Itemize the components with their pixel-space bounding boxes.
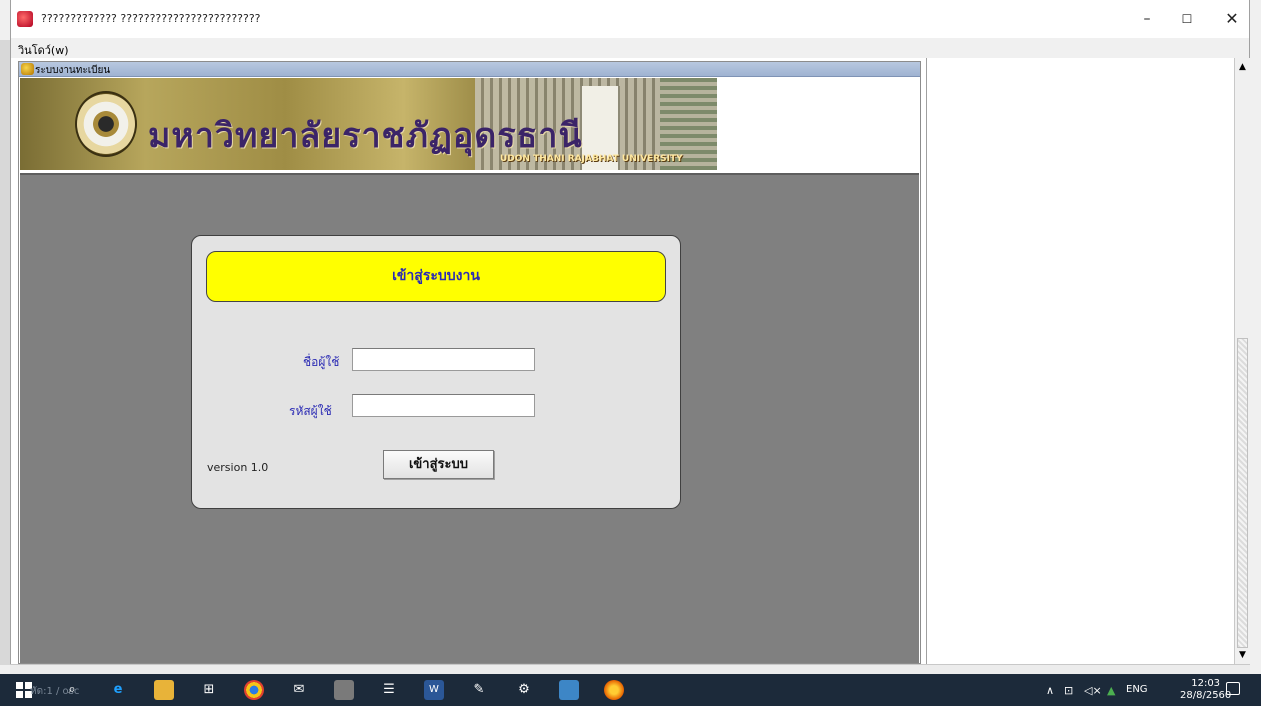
word-icon[interactable]: W (424, 680, 444, 700)
left-edge (0, 40, 10, 665)
banner-title-english: UDON THANI RAJABHAT UNIVERSITY (500, 154, 683, 164)
login-button[interactable]: เข้าสู่ระบบ (383, 450, 494, 479)
notification-icon[interactable] (1226, 682, 1240, 695)
window-title: ????????????? ???????????????????????? (41, 12, 261, 25)
scroll-down-icon[interactable]: ▼ (1235, 648, 1250, 663)
university-banner: มหาวิทยาลัยราชภัฏอุดรธานี UDON THANI RAJ… (20, 78, 717, 170)
network-icon[interactable]: ⊡ (1064, 684, 1073, 697)
taskbar: หัด:1 / osc ⌕ e ⊞ ✉ ☰ W ✎ ⚙ ∧ ⊡ ◁× ▲ ENG… (0, 674, 1261, 706)
scroll-up-icon[interactable]: ▲ (1235, 60, 1250, 75)
app-icon (17, 11, 33, 27)
username-input[interactable] (352, 348, 535, 371)
internal-frame-title: ระบบงานทะเบียน (35, 65, 111, 76)
app-window-icon[interactable] (334, 680, 354, 700)
store-icon[interactable]: ⊞ (199, 680, 219, 700)
firefox-icon[interactable] (604, 680, 624, 700)
clock-date: 28/8/2560 (1180, 690, 1232, 701)
database-icon[interactable]: ☰ (379, 680, 399, 700)
username-label: ชื่อผู้ใช้ (303, 355, 340, 369)
status-strip (10, 664, 1250, 674)
version-text: version 1.0 (207, 461, 269, 474)
frame-icon (21, 63, 34, 75)
drive-sync-icon[interactable]: ▲ (1107, 684, 1115, 697)
file-explorer-icon[interactable] (154, 680, 174, 700)
edge-browser-icon[interactable]: e (108, 680, 128, 700)
search-icon[interactable]: ⌕ (62, 680, 82, 700)
tray-chevron-icon[interactable]: ∧ (1046, 684, 1054, 697)
mail-icon[interactable]: ✉ (289, 680, 309, 700)
password-label: รหัสผู้ใช้ (289, 404, 332, 418)
volume-muted-icon[interactable]: ◁× (1084, 684, 1102, 697)
login-heading: เข้าสู่ระบบงาน (206, 251, 666, 302)
clock-time: 12:03 (1191, 678, 1221, 689)
paint-icon[interactable]: ✎ (469, 680, 489, 700)
university-seal-logo (75, 91, 137, 157)
settings-gear-icon[interactable]: ⚙ (514, 680, 534, 700)
close-button[interactable]: ✕ (1221, 8, 1243, 30)
input-language[interactable]: ENG (1126, 684, 1148, 695)
login-panel: เข้าสู่ระบบงาน ชื่อผู้ใช้ รหัสผู้ใช้ ver… (191, 235, 681, 509)
remote-desktop-icon[interactable] (559, 680, 579, 700)
scroll-thumb[interactable] (1237, 338, 1248, 648)
title-bar: ????????????? ???????????????????????? –… (10, 0, 1250, 38)
menu-bar: วินโดว์(w) (10, 38, 1250, 58)
chrome-icon[interactable] (244, 680, 264, 700)
vertical-scrollbar[interactable]: ▲ ▼ (1234, 58, 1250, 665)
internal-frame-titlebar[interactable]: ระบบงานทะเบียน (19, 62, 920, 77)
menu-window[interactable]: วินโดว์(w) (18, 41, 69, 59)
minimize-button[interactable]: – (1136, 8, 1158, 30)
password-input[interactable] (352, 394, 535, 417)
maximize-button[interactable]: ☐ (1176, 8, 1198, 30)
system-clock[interactable]: 12:03 28/8/2560 (1180, 678, 1231, 702)
right-pane (926, 58, 1234, 665)
